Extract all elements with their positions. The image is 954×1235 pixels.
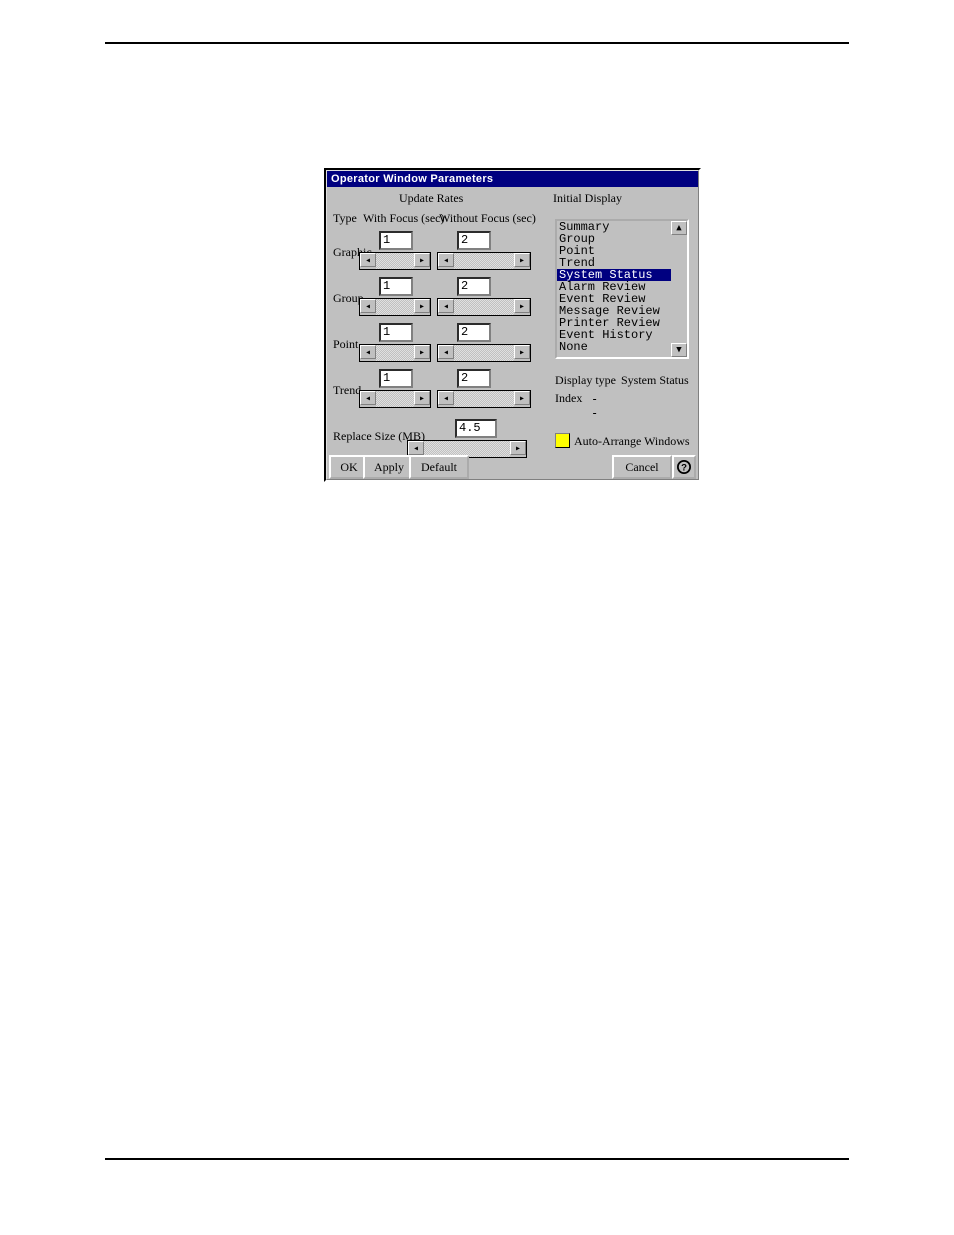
- rate-input[interactable]: 1: [379, 323, 413, 342]
- slider-track[interactable]: [376, 345, 414, 361]
- arrow-left-icon[interactable]: ◂: [360, 391, 376, 405]
- scroll-up-icon[interactable]: ▲: [671, 221, 687, 235]
- arrow-left-icon[interactable]: ◂: [360, 299, 376, 313]
- checkbox-icon[interactable]: [555, 433, 570, 448]
- rate-cell: 1◂▸: [359, 231, 431, 270]
- page-rule-bottom: [105, 1158, 849, 1160]
- slider-track[interactable]: [454, 299, 514, 315]
- rate-row-label: Trend: [333, 383, 361, 397]
- svg-text:?: ?: [681, 463, 687, 474]
- rate-cell: 2◂▸: [437, 323, 509, 362]
- slider-track[interactable]: [376, 391, 414, 407]
- col-type: Type: [333, 211, 357, 225]
- arrow-right-icon[interactable]: ▸: [514, 299, 530, 313]
- display-type-label: Display type: [555, 373, 616, 387]
- arrow-right-icon[interactable]: ▸: [514, 345, 530, 359]
- arrow-right-icon[interactable]: ▸: [510, 441, 526, 455]
- arrow-right-icon[interactable]: ▸: [514, 391, 530, 405]
- dialog-title: Operator Window Parameters: [331, 173, 493, 185]
- arrow-left-icon[interactable]: ◂: [438, 299, 454, 313]
- auto-arrange-checkbox[interactable]: Auto-Arrange Windows: [555, 433, 690, 449]
- rate-input[interactable]: 1: [379, 277, 413, 296]
- page-rule-top: [105, 42, 849, 44]
- update-rates-heading: Update Rates: [399, 191, 463, 205]
- rate-input[interactable]: 2: [457, 277, 491, 296]
- rate-input[interactable]: 2: [457, 369, 491, 388]
- operator-window-parameters-dialog: Operator Window Parameters Update Rates …: [324, 168, 701, 482]
- cancel-label: Cancel: [625, 460, 658, 475]
- rate-input[interactable]: 2: [457, 323, 491, 342]
- col-with-focus: With Focus (sec): [363, 211, 445, 225]
- rate-cell: 2◂▸: [437, 231, 509, 270]
- arrow-left-icon[interactable]: ◂: [360, 253, 376, 267]
- rate-cell: 1◂▸: [359, 323, 431, 362]
- arrow-left-icon[interactable]: ◂: [438, 345, 454, 359]
- rate-slider[interactable]: ◂▸: [359, 252, 431, 270]
- rate-slider[interactable]: ◂▸: [437, 298, 531, 316]
- arrow-left-icon[interactable]: ◂: [408, 441, 424, 455]
- slider-track[interactable]: [376, 253, 414, 269]
- arrow-left-icon[interactable]: ◂: [360, 345, 376, 359]
- slider-track[interactable]: [454, 391, 514, 407]
- dialog-titlebar[interactable]: Operator Window Parameters: [327, 171, 698, 187]
- rate-cell: 1◂▸: [359, 277, 431, 316]
- initial-display-listbox[interactable]: SummaryGroupPointTrendSystem StatusAlarm…: [555, 219, 689, 359]
- list-item[interactable]: None: [557, 341, 671, 353]
- arrow-right-icon[interactable]: ▸: [414, 391, 430, 405]
- rate-input[interactable]: 1: [379, 231, 413, 250]
- rate-input[interactable]: 2: [457, 231, 491, 250]
- rate-slider[interactable]: ◂▸: [359, 390, 431, 408]
- rate-input[interactable]: 1: [379, 369, 413, 388]
- arrow-right-icon[interactable]: ▸: [414, 299, 430, 313]
- default-label: Default: [421, 460, 457, 475]
- rate-slider[interactable]: ◂▸: [359, 344, 431, 362]
- auto-arrange-label: Auto-Arrange Windows: [574, 434, 690, 448]
- rate-slider[interactable]: ◂▸: [359, 298, 431, 316]
- index-value: --: [591, 392, 598, 420]
- arrow-right-icon[interactable]: ▸: [414, 253, 430, 267]
- help-button[interactable]: ?: [672, 455, 696, 479]
- arrow-left-icon[interactable]: ◂: [438, 253, 454, 267]
- arrow-left-icon[interactable]: ◂: [438, 391, 454, 405]
- rate-slider[interactable]: ◂▸: [437, 252, 531, 270]
- arrow-right-icon[interactable]: ▸: [414, 345, 430, 359]
- replace-size-input[interactable]: 4.5: [455, 419, 497, 438]
- display-type-value: System Status: [621, 373, 689, 388]
- cancel-button[interactable]: Cancel: [612, 455, 672, 479]
- listbox-scrollbar[interactable]: ▲ ▼: [671, 221, 687, 357]
- apply-label: Apply: [374, 460, 404, 475]
- index-label: Index: [555, 391, 582, 405]
- apply-button[interactable]: Apply: [363, 455, 415, 479]
- help-icon: ?: [677, 460, 691, 474]
- scroll-down-icon[interactable]: ▼: [671, 343, 687, 357]
- rate-slider[interactable]: ◂▸: [437, 390, 531, 408]
- col-without-focus: Without Focus (sec): [439, 211, 536, 225]
- rate-slider[interactable]: ◂▸: [437, 344, 531, 362]
- scroll-track[interactable]: [671, 235, 687, 343]
- rate-cell: 2◂▸: [437, 369, 509, 408]
- slider-track[interactable]: [454, 253, 514, 269]
- slider-track[interactable]: [454, 345, 514, 361]
- arrow-right-icon[interactable]: ▸: [514, 253, 530, 267]
- rate-row-label: Point: [333, 337, 358, 351]
- dialog-button-row: OK Apply Default Cancel ?: [329, 455, 696, 477]
- default-button[interactable]: Default: [409, 455, 469, 479]
- ok-label: OK: [340, 460, 357, 475]
- rate-cell: 1◂▸: [359, 369, 431, 408]
- rate-cell: 2◂▸: [437, 277, 509, 316]
- slider-track[interactable]: [376, 299, 414, 315]
- initial-display-heading: Initial Display: [553, 191, 622, 205]
